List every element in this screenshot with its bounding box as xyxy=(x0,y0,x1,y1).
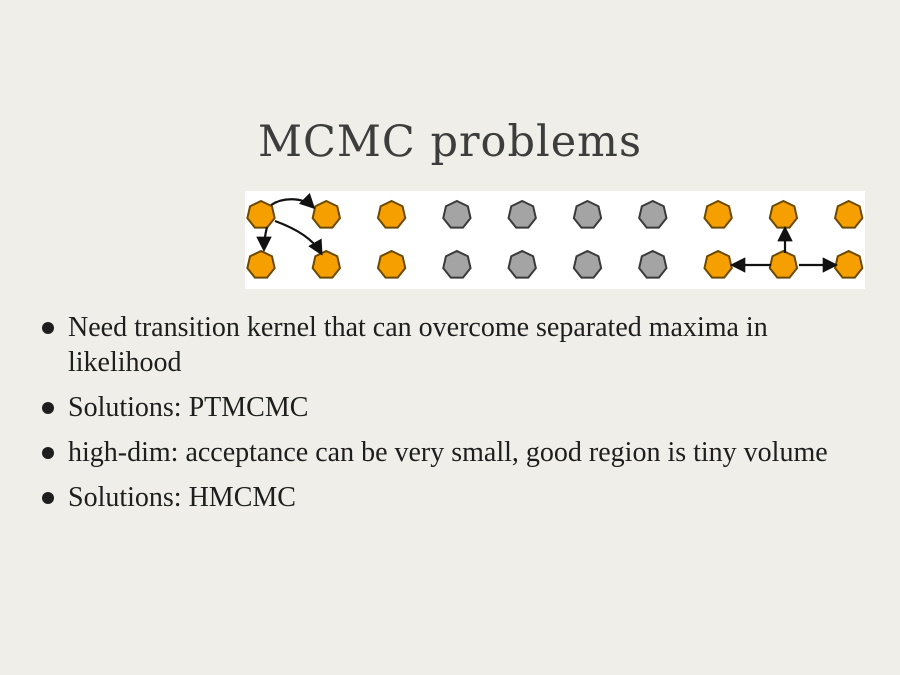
arrow-jump-down xyxy=(256,226,272,253)
inactive-node xyxy=(442,249,472,279)
lattice-nodes xyxy=(246,199,864,279)
active-node xyxy=(833,199,864,229)
bullet-item: Need transition kernel that can overcome… xyxy=(38,310,878,380)
inactive-node xyxy=(507,249,537,279)
bullet-text: Solutions: HMCMC xyxy=(68,482,296,513)
bullet-list: Need transition kernel that can overcome… xyxy=(38,310,878,525)
arrow-jump-diagonal xyxy=(274,219,323,256)
arrow-jump-right xyxy=(270,192,316,210)
active-node xyxy=(768,249,799,279)
active-node xyxy=(833,249,864,279)
active-node xyxy=(703,199,733,229)
bullet-item: Solutions: HMCMC xyxy=(38,480,878,515)
bullet-dot xyxy=(42,492,54,504)
lattice-diagram xyxy=(246,192,864,279)
inactive-node xyxy=(507,199,537,229)
inactive-node xyxy=(572,199,603,229)
bullet-item: Solutions: PTMCMC xyxy=(38,390,878,425)
bullet-item: high-dim: acceptance can be very small, … xyxy=(38,435,878,470)
active-node xyxy=(246,199,276,229)
active-node xyxy=(246,249,276,279)
lattice-figure xyxy=(245,191,865,289)
inactive-node xyxy=(442,199,472,229)
active-node xyxy=(768,199,799,229)
transition-arrows xyxy=(256,192,839,273)
bullet-text: high-dim: acceptance can be very small, … xyxy=(68,437,828,468)
active-node xyxy=(703,249,733,279)
active-node xyxy=(311,249,342,279)
active-node xyxy=(376,249,407,279)
inactive-node xyxy=(638,199,668,229)
bullet-dot xyxy=(42,402,54,414)
bullet-dot xyxy=(42,447,54,459)
active-node xyxy=(376,199,407,229)
bullet-text: Need transition kernel that can overcome… xyxy=(68,312,768,378)
active-node xyxy=(311,199,342,229)
inactive-node xyxy=(638,249,668,279)
bullet-text: Solutions: PTMCMC xyxy=(68,392,309,423)
bullet-dot xyxy=(42,322,54,334)
inactive-node xyxy=(572,249,603,279)
slide-title: MCMC problems xyxy=(257,117,643,167)
slide: MCMC problems Need transition kernel tha… xyxy=(0,0,900,675)
